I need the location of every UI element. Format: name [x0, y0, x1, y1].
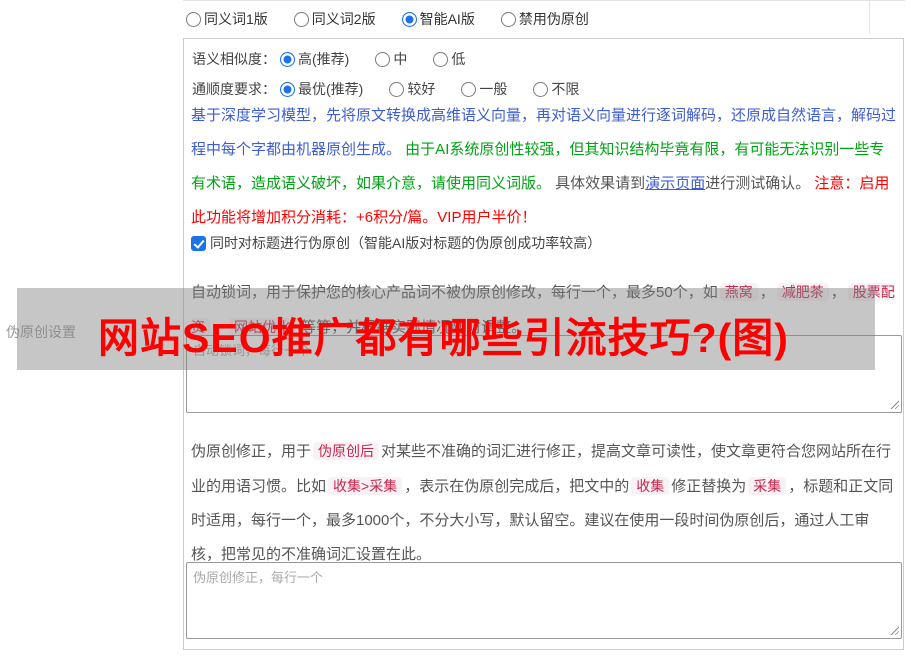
radio-option-label: 同义词2版: [311, 11, 376, 27]
correction-textarea-wrap: [186, 562, 902, 639]
radio-option-label: 不限: [551, 81, 580, 97]
fluency-row: 通顺度要求： 最优(推荐) 较好 一般 不限: [192, 79, 579, 99]
title-rewrite-checkbox[interactable]: [191, 235, 206, 251]
radio-icon: [433, 51, 449, 67]
radio-option-label: 智能AI版: [419, 11, 475, 27]
top-divider: [183, 0, 905, 1]
radio-icon: [389, 81, 405, 97]
text-segment: ，: [830, 284, 846, 301]
radio-similarity-low[interactable]: 低: [433, 49, 465, 69]
text-segment: ，: [212, 319, 228, 336]
radio-icon: [293, 11, 309, 27]
text-segment: ，: [759, 284, 775, 301]
term-tag: 收集>采集: [328, 477, 403, 495]
term-tag: 伪原创后: [313, 442, 380, 460]
radio-icon: [500, 11, 516, 27]
text-segment: ，表示在伪原创完成后，把文中的: [404, 478, 630, 495]
rewrite-settings-panel: 语义相似度： 高(推荐) 中 低 通顺度要求： 最优(推荐) 较好 一般 不限 基于深度学…: [183, 38, 904, 650]
radio-icon: [375, 51, 391, 67]
form-row-label: 伪原创设置: [6, 324, 76, 340]
locked-word-tag: 减肥茶: [776, 283, 829, 301]
title-rewrite-checkbox-label: 同时对标题进行伪原创（智能AI版对标题的伪原创成功率较高）: [210, 235, 602, 251]
radio-icon: [186, 11, 201, 27]
fluency-label: 通顺度要求：: [192, 81, 276, 97]
text-segment: 具体效果请到: [551, 175, 646, 192]
fluency-radio-group: 最优(推荐) 较好 一般 不限: [280, 79, 579, 99]
radio-similarity-high[interactable]: 高(推荐): [280, 49, 349, 69]
radio-fluency-best[interactable]: 最优(推荐): [280, 79, 363, 99]
correction-paragraph: 伪原创修正，用于 伪原创后 对某些不准确的词汇进行修正，提高文章可读性，使文章更符合…: [191, 434, 898, 572]
text-segment: 等等，并根据实际情况随时调整。: [297, 319, 527, 336]
text-segment: 自动锁词，用于保护您的核心产品词不被伪原创修改，每行一个，最多50个，如: [191, 284, 718, 301]
semantic-similarity-row: 语义相似度： 高(推荐) 中 低: [192, 49, 465, 69]
radio-fluency-good[interactable]: 较好: [389, 79, 435, 99]
radio-option-label: 较好: [407, 81, 436, 97]
radio-option-label: 一般: [479, 81, 508, 97]
term-tag: 收集: [631, 477, 670, 495]
radio-option-label: 低: [451, 51, 466, 67]
semantic-similarity-radio-group: 高(推荐) 中 低: [280, 49, 465, 69]
radio-synonym-v2[interactable]: 同义词2版: [293, 9, 376, 29]
radio-fluency-any[interactable]: 不限: [533, 79, 579, 99]
radio-option-label: 禁用伪原创: [518, 11, 589, 27]
correction-textarea[interactable]: [186, 562, 902, 639]
text-segment: 进行测试确认。: [705, 175, 811, 192]
top-right-divider: [869, 0, 870, 34]
rewrite-version-radio-group: 同义词1版 同义词2版 智能AI版 禁用伪原创: [186, 9, 589, 29]
radio-option-label: 最优(推荐): [298, 81, 364, 97]
term-tag: 采集: [748, 477, 787, 495]
radio-similarity-medium[interactable]: 中: [375, 49, 407, 69]
title-rewrite-checkbox-row[interactable]: 同时对标题进行伪原创（智能AI版对标题的伪原创成功率较高）: [191, 233, 601, 253]
radio-synonym-v1[interactable]: 同义词1版: [186, 9, 268, 29]
radio-fluency-normal[interactable]: 一般: [461, 79, 507, 99]
locked-word-tag: 燕窝: [719, 283, 758, 301]
lock-words-textarea[interactable]: [186, 335, 902, 413]
locked-word-tag: 网站优化: [229, 318, 296, 336]
ai-description-paragraph: 基于深度学习模型，先将原文转换成高维语义向量，再对语义向量进行逐词解码，还原成自…: [191, 99, 898, 235]
radio-smart-ai[interactable]: 智能AI版: [401, 9, 475, 29]
radio-icon: [401, 11, 417, 27]
radio-icon: [280, 81, 295, 97]
radio-option-label: 中: [393, 51, 408, 67]
text-segment: 伪原创修正，用于: [191, 443, 312, 460]
lock-words-textarea-wrap: [186, 335, 902, 413]
radio-disable-rewrite[interactable]: 禁用伪原创: [500, 9, 589, 29]
radio-option-label: 同义词1版: [204, 11, 268, 27]
radio-icon: [461, 81, 477, 97]
text-segment: 修正替换为: [671, 478, 747, 495]
semantic-similarity-label: 语义相似度：: [192, 51, 276, 67]
radio-icon: [280, 51, 295, 67]
radio-icon: [533, 81, 549, 97]
radio-option-label: 高(推荐): [298, 51, 350, 67]
demo-page-link[interactable]: 演示页面: [645, 175, 705, 192]
